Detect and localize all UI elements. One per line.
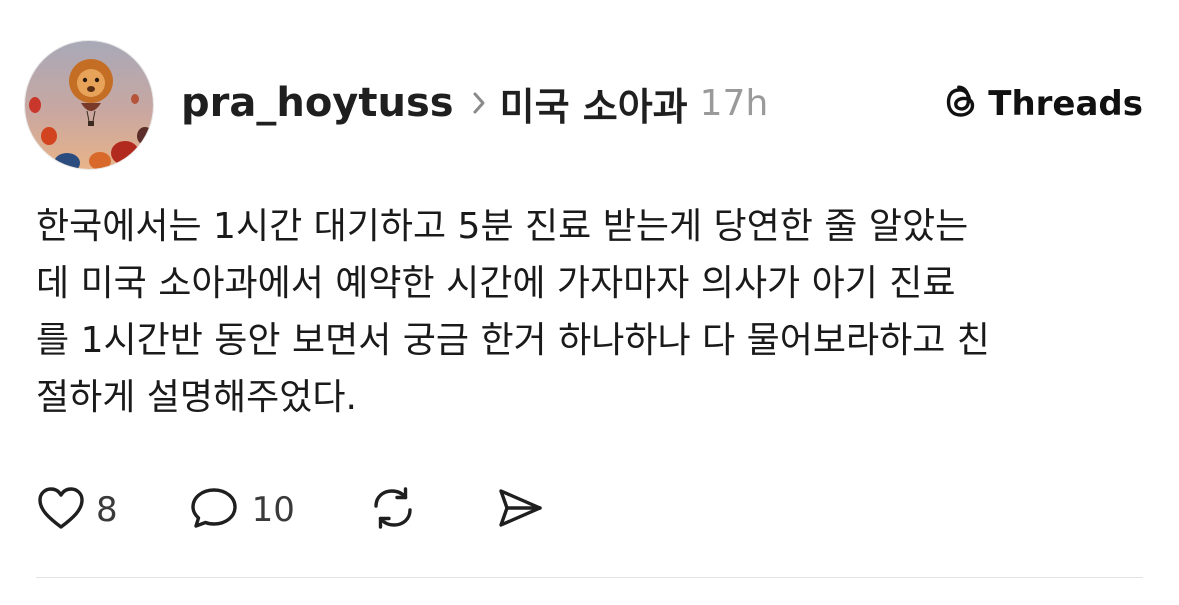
repost-button[interactable] (367, 484, 419, 536)
threads-brand-label: Threads (988, 84, 1143, 124)
heart-icon (36, 485, 86, 535)
reply-count: 10 (251, 490, 295, 530)
reply-button[interactable]: 10 (190, 485, 295, 535)
comment-bubble-icon (190, 485, 242, 535)
post-header: pra_hoytuss 미국 소아과 17h (181, 76, 769, 131)
threads-brand: Threads (942, 80, 1143, 128)
post-action-bar: 8 10 (36, 482, 545, 538)
post-text-line: 한국에서는 1시간 대기하고 5분 진료 받는게 당연한 줄 알았는 (36, 206, 969, 247)
post-text-line: 데 미국 소아과에서 예약한 시간에 가자마자 의사가 아기 진료 (36, 263, 956, 304)
post-body: 한국에서는 1시간 대기하고 5분 진료 받는게 당연한 줄 알았는 데 미국 … (36, 198, 1146, 426)
threads-logo-icon (942, 81, 980, 127)
divider (36, 577, 1143, 578)
post-text-line: 절하게 설명해주었다. (36, 377, 357, 418)
like-button[interactable]: 8 (36, 485, 118, 535)
community-name[interactable]: 미국 소아과 (500, 76, 688, 131)
like-count: 8 (96, 490, 118, 530)
avatar-image (25, 41, 153, 169)
send-icon (495, 485, 545, 535)
chevron-right-icon (472, 91, 486, 115)
post-timestamp: 17h (699, 82, 769, 124)
username[interactable]: pra_hoytuss (181, 80, 454, 126)
repost-icon (367, 484, 419, 536)
avatar[interactable] (24, 40, 154, 170)
share-button[interactable] (495, 485, 545, 535)
post-text-line: 를 1시간반 동안 보면서 궁금 한거 하나하나 다 물어보라하고 친 (36, 320, 990, 361)
